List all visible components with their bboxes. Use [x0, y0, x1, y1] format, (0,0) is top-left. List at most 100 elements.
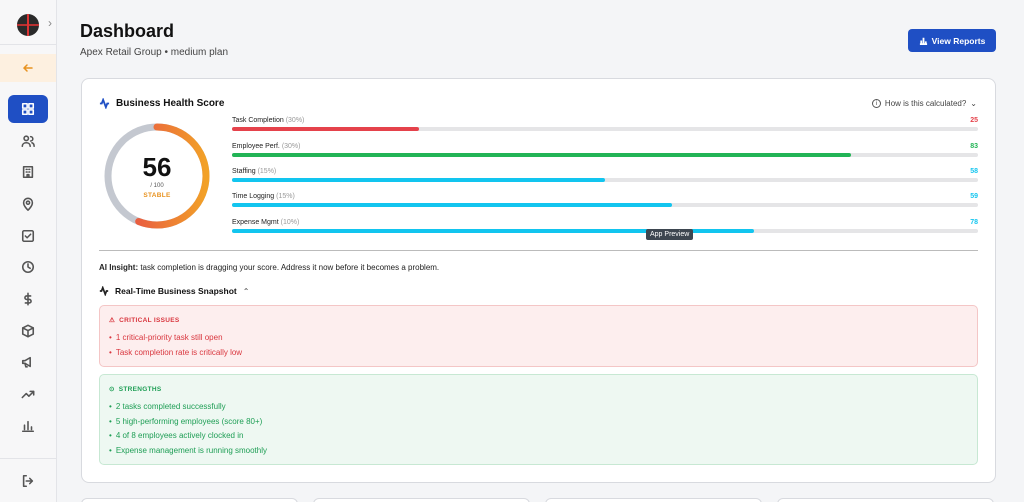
- ai-insight-label: AI Insight:: [99, 263, 139, 272]
- metric-value: 58: [970, 168, 978, 175]
- strengths-list: 2 tasks completed successfully5 high-per…: [109, 400, 267, 458]
- sidebar-item-announcements[interactable]: [8, 348, 48, 376]
- page-title: Dashboard: [80, 21, 175, 41]
- list-item: 1 critical-priority task still open: [109, 331, 242, 346]
- check-circle-icon: ⊙: [109, 386, 115, 393]
- chevron-right-icon[interactable]: ›: [48, 16, 52, 30]
- divider: [0, 458, 56, 459]
- metric-value: 83: [970, 143, 978, 150]
- critical-issues-heading: ⚠ CRITICAL ISSUES: [109, 316, 180, 325]
- summary-card: [81, 498, 298, 502]
- sidebar-item-buildings[interactable]: [8, 158, 48, 186]
- metric-value: 78: [970, 219, 978, 226]
- metric-fill: [232, 153, 852, 157]
- metric-fill: [232, 178, 605, 182]
- snapshot-toggle[interactable]: Real-Time Business Snapshot ⌃: [99, 286, 249, 296]
- health-score-max: / 100: [150, 183, 164, 189]
- metric-row: Task Completion (30%) 25: [232, 117, 978, 137]
- view-reports-button[interactable]: View Reports: [908, 29, 996, 52]
- sidebar-item-time[interactable]: [8, 253, 48, 281]
- list-item: 5 high-performing employees (score 80+): [109, 415, 267, 430]
- bar-chart-icon: [21, 420, 35, 433]
- map-pin-icon: [22, 197, 34, 211]
- metric-label: Time Logging (15%): [232, 193, 295, 200]
- snapshot-title: Real-Time Business Snapshot: [115, 286, 237, 296]
- metric-track: [232, 178, 978, 182]
- package-icon: [21, 324, 35, 338]
- metric-weight: (15%): [257, 168, 277, 175]
- sidebar: ›: [0, 0, 57, 502]
- bar-chart-icon: [919, 37, 927, 45]
- metric-label: Staffing (15%): [232, 168, 276, 175]
- trending-up-icon: [21, 390, 35, 399]
- back-button[interactable]: [0, 54, 56, 82]
- metric-track: [232, 127, 978, 131]
- gauge-text: 56 / 100 STABLE: [102, 121, 212, 231]
- health-title: Business Health Score: [116, 98, 225, 109]
- metric-name: Employee Perf.: [232, 143, 280, 150]
- metric-track: [232, 203, 978, 207]
- strengths-heading: ⊙ STRENGTHS: [109, 385, 162, 394]
- summary-card: [777, 498, 994, 502]
- grid-icon: [21, 102, 35, 116]
- metric-weight: (10%): [280, 219, 300, 226]
- metric-row: Expense Mgmt (10%) 78: [232, 219, 978, 239]
- divider: [0, 44, 56, 45]
- metric-row: Employee Perf. (30%) 83: [232, 143, 978, 163]
- metric-fill: [232, 203, 673, 207]
- metric-track: [232, 229, 978, 233]
- metric-track: [232, 153, 978, 157]
- sidebar-item-tasks[interactable]: [8, 222, 48, 250]
- metric-name: Time Logging: [232, 193, 275, 200]
- list-item: 4 of 8 employees actively clocked in: [109, 429, 267, 444]
- metric-weight: (30%): [285, 117, 305, 124]
- tooltip: App Preview: [646, 229, 694, 240]
- ai-insight-text: task completion is dragging your score. …: [138, 263, 440, 272]
- metric-row: Time Logging (15%) 59: [232, 193, 978, 213]
- summary-card: [313, 498, 530, 502]
- sidebar-item-inventory[interactable]: [8, 317, 48, 345]
- critical-heading-label: CRITICAL ISSUES: [119, 316, 180, 324]
- list-item: Expense management is running smoothly: [109, 444, 267, 459]
- chevron-up-icon: ⌃: [242, 286, 250, 296]
- health-score: 56: [142, 152, 172, 182]
- view-reports-label: View Reports: [931, 35, 986, 46]
- metric-name: Staffing: [232, 168, 256, 175]
- company-logo[interactable]: [17, 14, 39, 36]
- activity-icon: [99, 98, 110, 109]
- sidebar-item-locations[interactable]: [8, 190, 48, 218]
- ai-insight: AI Insight: task completion is dragging …: [99, 263, 439, 272]
- clock-icon: [21, 260, 35, 274]
- how-calculated-toggle[interactable]: i How is this calculated? ⌄: [871, 99, 977, 108]
- logout-button[interactable]: [8, 467, 48, 495]
- sidebar-item-expenses[interactable]: [8, 285, 48, 313]
- how-calculated-label: How is this calculated?: [884, 99, 967, 108]
- metric-row: Staffing (15%) 58: [232, 168, 978, 188]
- strengths-heading-label: STRENGTHS: [118, 385, 162, 393]
- sidebar-item-trends[interactable]: [8, 380, 48, 408]
- metric-weight: (30%): [281, 143, 301, 150]
- metric-value: 59: [970, 193, 978, 200]
- users-icon: [21, 135, 35, 148]
- chevron-down-icon: ⌄: [970, 99, 977, 108]
- checkbox-icon: [21, 229, 35, 243]
- building-icon: [22, 165, 34, 179]
- metric-label: Task Completion (30%): [232, 117, 304, 124]
- warning-icon: ⚠: [109, 317, 116, 324]
- sidebar-item-users[interactable]: [8, 127, 48, 155]
- sidebar-item-dashboard[interactable]: [8, 95, 48, 123]
- critical-issues-list: 1 critical-priority task still openTask …: [109, 331, 242, 360]
- metric-label: Expense Mgmt (10%): [232, 219, 299, 226]
- activity-icon: [99, 286, 109, 296]
- summary-card: [545, 498, 762, 502]
- metric-fill: [232, 127, 419, 131]
- dollar-icon: [24, 292, 32, 306]
- divider: [99, 250, 978, 251]
- metric-name: Task Completion: [232, 117, 284, 124]
- metric-weight: (15%): [276, 193, 295, 200]
- business-health-card: Business Health Score i How is this calc…: [81, 78, 996, 483]
- list-item: 2 tasks completed successfully: [109, 400, 267, 415]
- sidebar-item-reports[interactable]: [8, 412, 48, 440]
- metric-name: Expense Mgmt: [232, 219, 279, 226]
- info-icon: i: [871, 99, 881, 108]
